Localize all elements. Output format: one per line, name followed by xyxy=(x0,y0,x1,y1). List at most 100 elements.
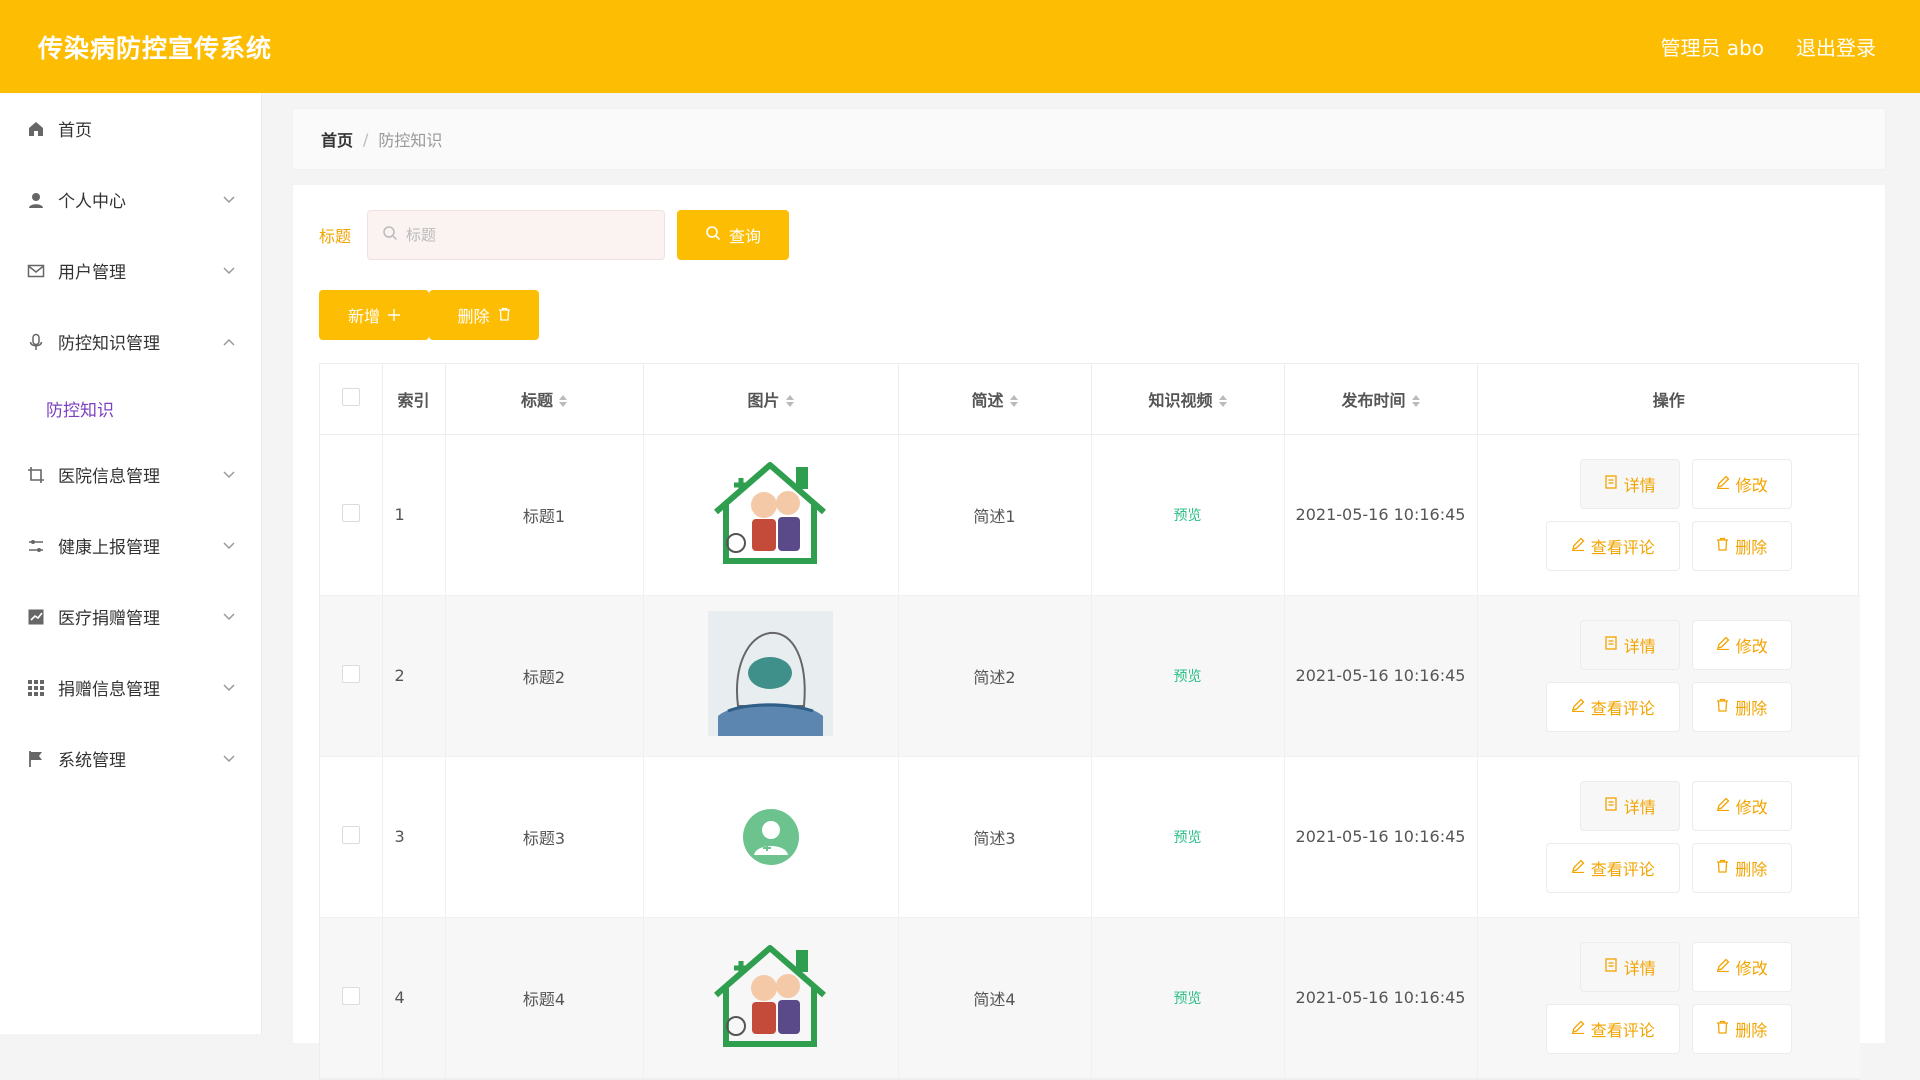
row-checkbox[interactable] xyxy=(341,664,360,683)
add-button[interactable]: 新增 xyxy=(319,290,429,340)
table-row: 4 标题4 简述4 预览 2021-05-16 10:16:45 详情 修改 查… xyxy=(320,917,1860,1079)
plus-icon xyxy=(388,306,400,325)
document-icon xyxy=(1604,796,1618,815)
view-comments-button[interactable]: 查看评论 xyxy=(1545,842,1680,893)
query-button[interactable]: 查询 xyxy=(677,210,790,260)
chevron-down-icon xyxy=(221,609,237,625)
detail-button[interactable]: 详情 xyxy=(1579,780,1680,831)
add-button-label: 新增 xyxy=(347,307,380,326)
sidebar-item-personal-center[interactable]: 个人中心 xyxy=(0,164,261,235)
sidebar-item-system-management[interactable]: 系统管理 xyxy=(0,723,261,794)
sort-icon[interactable] xyxy=(1009,395,1018,408)
grid-icon xyxy=(26,678,46,698)
video-preview-link[interactable]: 预览 xyxy=(1174,991,1202,1007)
video-preview-link[interactable]: 预览 xyxy=(1174,508,1202,524)
delete-button[interactable]: 删除 xyxy=(1691,520,1792,571)
delete-button[interactable]: 删除 xyxy=(1691,842,1792,893)
delete-button-label: 删除 xyxy=(1735,698,1768,718)
column-header-desc[interactable]: 简述 xyxy=(898,364,1092,435)
home-icon xyxy=(26,119,46,139)
sliders-icon xyxy=(26,536,46,556)
row-select-cell xyxy=(320,756,383,918)
select-all-checkbox[interactable] xyxy=(341,387,360,406)
row-ops-group: 详情 修改 查看评论 删除 xyxy=(1478,619,1861,732)
sort-icon[interactable] xyxy=(785,395,794,408)
detail-button-label: 详情 xyxy=(1623,958,1656,978)
edit-button[interactable]: 修改 xyxy=(1691,780,1792,831)
view-comments-label: 查看评论 xyxy=(1590,698,1655,718)
breadcrumb-separator: / xyxy=(363,129,369,149)
chevron-down-icon xyxy=(221,467,237,483)
row-desc: 简述3 xyxy=(898,756,1092,918)
table-header-row: 索引 标题 图片 简述 知识视频 发布时间 操作 xyxy=(320,364,1860,435)
detail-button[interactable]: 详情 xyxy=(1579,619,1680,670)
row-video-cell: 预览 xyxy=(1091,434,1285,596)
sidebar-item-health-report[interactable]: 健康上报管理 xyxy=(0,510,261,581)
column-header-image[interactable]: 图片 xyxy=(643,364,899,435)
row-time: 2021-05-16 10:16:45 xyxy=(1284,434,1478,596)
row-checkbox[interactable] xyxy=(341,503,360,522)
edit-button-label: 修改 xyxy=(1735,958,1768,978)
search-input-wrapper[interactable] xyxy=(367,210,666,260)
edit-icon xyxy=(1716,796,1730,815)
crop-icon xyxy=(26,465,46,485)
column-label: 简述 xyxy=(971,390,1004,410)
video-preview-link[interactable]: 预览 xyxy=(1174,830,1202,846)
detail-button[interactable]: 详情 xyxy=(1579,941,1680,992)
sidebar-item-label: 个人中心 xyxy=(58,192,126,212)
edit-button[interactable]: 修改 xyxy=(1691,458,1792,509)
sidebar-item-label: 首页 xyxy=(58,121,92,141)
row-ops-group: 详情 修改 查看评论 删除 xyxy=(1478,458,1861,571)
row-title: 标题4 xyxy=(445,917,644,1079)
breadcrumb-home[interactable]: 首页 xyxy=(321,127,353,151)
breadcrumb-current: 防控知识 xyxy=(378,131,443,150)
row-title: 标题3 xyxy=(445,756,644,918)
column-header-title[interactable]: 标题 xyxy=(445,364,644,435)
column-header-time[interactable]: 发布时间 xyxy=(1284,364,1478,435)
sidebar-item-donation-info[interactable]: 捐赠信息管理 xyxy=(0,652,261,723)
sidebar-item-user-management[interactable]: 用户管理 xyxy=(0,235,261,306)
sidebar-item-knowledge-management[interactable]: 防控知识管理 xyxy=(0,306,261,377)
edit-button[interactable]: 修改 xyxy=(1691,941,1792,992)
edit-button[interactable]: 修改 xyxy=(1691,619,1792,670)
sidebar-item-medical-donation[interactable]: 医疗捐赠管理 xyxy=(0,581,261,652)
delete-button[interactable]: 删除 xyxy=(1691,681,1792,732)
detail-button[interactable]: 详情 xyxy=(1579,458,1680,509)
row-checkbox[interactable] xyxy=(341,825,360,844)
delete-button-label: 删除 xyxy=(1735,537,1768,557)
table-row: 2 标题2 简述2 预览 2021-05-16 10:16:45 详情 修改 查… xyxy=(320,595,1861,757)
logout-link[interactable]: 退出登录 xyxy=(1796,32,1876,61)
admin-user-label[interactable]: 管理员 abo xyxy=(1660,32,1764,61)
sort-icon[interactable] xyxy=(1218,395,1227,408)
delete-button-label: 删除 xyxy=(1735,1020,1768,1040)
delete-button[interactable]: 删除 xyxy=(1691,1003,1792,1054)
edit-icon xyxy=(1571,1019,1585,1038)
row-desc: 简述1 xyxy=(898,434,1092,596)
row-image-cell xyxy=(643,595,899,757)
sort-icon[interactable] xyxy=(559,395,567,408)
row-video-cell: 预览 xyxy=(1091,595,1285,757)
sidebar-item-label: 健康上报管理 xyxy=(58,538,160,558)
row-checkbox[interactable] xyxy=(341,986,360,1005)
masked-person-sketch-image xyxy=(708,611,833,736)
row-ops: 详情 修改 查看评论 删除 xyxy=(1477,434,1861,596)
video-preview-link[interactable]: 预览 xyxy=(1174,669,1202,685)
doctor-avatar-image xyxy=(708,774,833,899)
sidebar-item-home[interactable]: 首页 xyxy=(0,93,261,164)
trash-icon xyxy=(1716,697,1729,716)
column-header-video[interactable]: 知识视频 xyxy=(1091,364,1285,435)
row-desc: 简述4 xyxy=(898,917,1092,1079)
trash-icon xyxy=(1716,536,1729,555)
sort-icon[interactable] xyxy=(1411,395,1420,408)
view-comments-button[interactable]: 查看评论 xyxy=(1545,681,1680,732)
sidebar-item-hospital-management[interactable]: 医院信息管理 xyxy=(0,439,261,510)
view-comments-button[interactable]: 查看评论 xyxy=(1545,520,1680,571)
view-comments-button[interactable]: 查看评论 xyxy=(1545,1003,1680,1054)
batch-delete-button[interactable]: 删除 xyxy=(429,290,539,340)
search-input[interactable] xyxy=(406,226,647,244)
column-label: 索引 xyxy=(397,390,430,410)
sidebar-subitem-knowledge[interactable]: 防控知识 xyxy=(0,377,261,439)
table-row: 3 标题3 简述3 预览 2021-05-16 10:16:45 详情 修改 查… xyxy=(320,756,1860,918)
column-label: 发布时间 xyxy=(1341,390,1406,410)
row-time: 2021-05-16 10:16:45 xyxy=(1284,917,1478,1079)
